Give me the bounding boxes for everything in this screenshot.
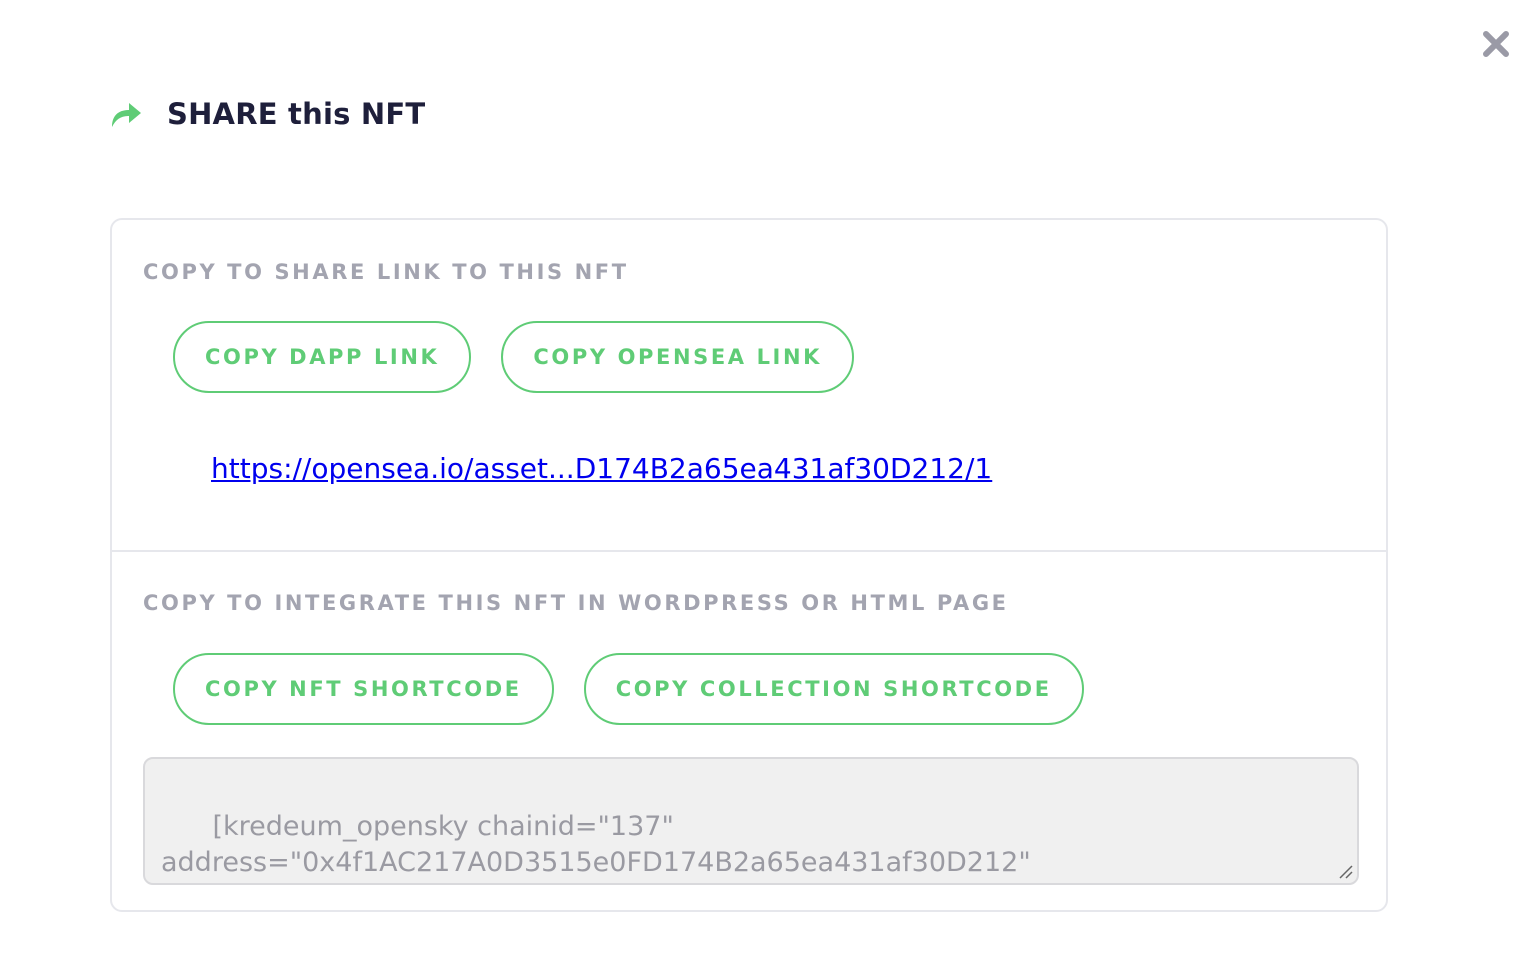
- share-panel: COPY TO SHARE LINK TO THIS NFT COPY DAPP…: [110, 218, 1388, 912]
- shortcode-text: [kredeum_opensky chainid="137" address="…: [161, 811, 1031, 878]
- copy-nft-shortcode-button[interactable]: COPY NFT SHORTCODE: [173, 653, 554, 725]
- modal-title: SHARE this NFT: [167, 97, 426, 131]
- shortcode-textarea[interactable]: [kredeum_opensky chainid="137" address="…: [143, 757, 1359, 885]
- close-button[interactable]: [1478, 26, 1514, 62]
- integrate-section: COPY TO INTEGRATE THIS NFT IN WORDPRESS …: [112, 220, 1386, 914]
- modal-header: SHARE this NFT: [108, 94, 425, 134]
- share-forward-icon: [108, 99, 144, 129]
- integrate-section-label: COPY TO INTEGRATE THIS NFT IN WORDPRESS …: [143, 591, 1009, 615]
- copy-collection-shortcode-button[interactable]: COPY COLLECTION SHORTCODE: [583, 653, 1084, 725]
- shortcode-buttons: COPY NFT SHORTCODE COPY COLLECTION SHORT…: [173, 653, 1084, 725]
- close-icon: [1483, 31, 1509, 57]
- resize-handle-icon[interactable]: [1337, 863, 1353, 879]
